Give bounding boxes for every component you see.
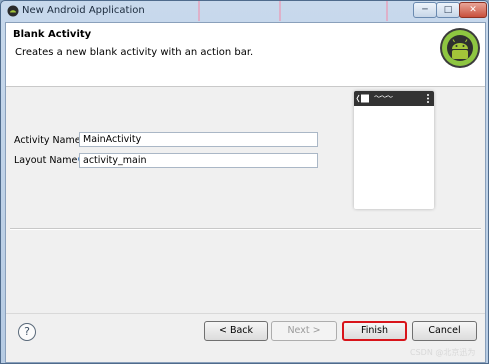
activity-name-field[interactable] [79,132,318,147]
action-bar-icons [356,94,429,103]
help-icon[interactable]: ? [18,323,36,341]
android-logo [440,28,480,68]
back-button[interactable]: < Back [204,321,268,341]
dialog-window: New Android Application ─ □ ✕ Blank Acti… [0,0,489,364]
title-decoration [198,1,200,21]
title-bar[interactable]: New Android Application ─ □ ✕ [1,1,488,21]
title-decoration [386,1,388,21]
activity-name-label: Activity Name [14,135,88,146]
close-button[interactable]: ✕ [459,2,487,18]
minimize-button[interactable]: ─ [413,2,437,18]
overflow-menu-icon [427,94,429,103]
separator [10,228,481,230]
page-description: Creates a new blank activity with an act… [15,47,254,58]
window-title: New Android Application [22,5,145,16]
next-button: Next > [271,321,337,341]
maximize-button[interactable]: □ [436,2,460,18]
finish-button[interactable]: Finish [342,321,407,341]
app-icon [7,5,19,17]
title-decoration [279,1,281,21]
layout-name-field[interactable] [79,153,318,168]
cancel-button[interactable]: Cancel [412,321,477,341]
preview-title-text: 〜〜〜 [374,93,393,101]
preview-action-bar: 〜〜〜 [354,91,434,106]
activity-preview: 〜〜〜 [354,91,434,209]
wizard-banner: Blank Activity Creates a new blank activ… [6,23,485,87]
page-title: Blank Activity [13,29,92,40]
watermark: CSDN @北京迅为 [410,348,476,357]
dialog-client-area: Blank Activity Creates a new blank activ… [5,22,486,363]
layout-name-label: Layout Name [14,155,85,166]
